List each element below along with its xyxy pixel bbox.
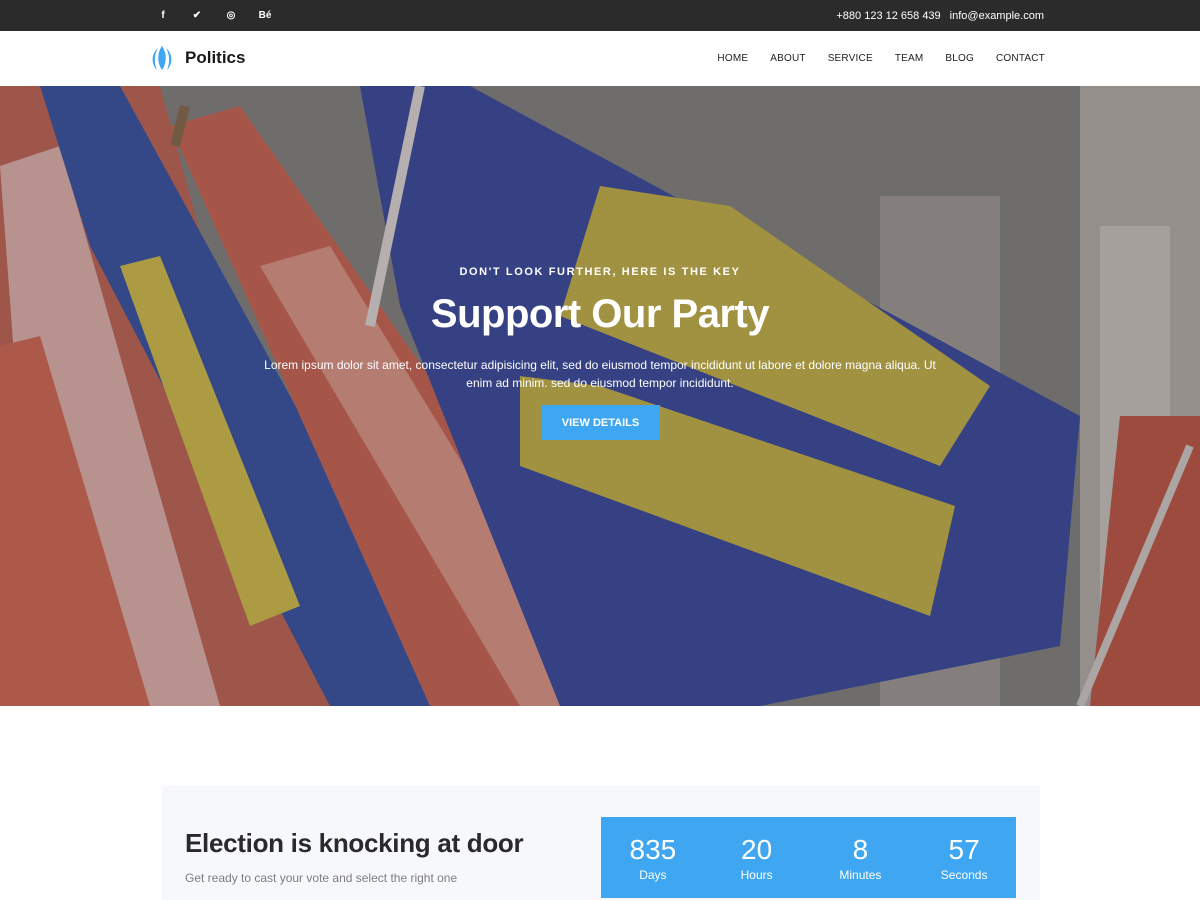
nav-about[interactable]: ABOUT xyxy=(770,53,805,64)
view-details-button[interactable]: VIEW DETAILS xyxy=(541,405,660,440)
nav-home[interactable]: HOME xyxy=(717,53,748,64)
countdown-minutes: 8 Minutes xyxy=(809,817,913,898)
countdown-value: 57 xyxy=(948,833,980,865)
countdown-label: Minutes xyxy=(839,867,882,882)
logo[interactable]: Politics xyxy=(149,45,245,71)
dribbble-icon[interactable]: ◎ xyxy=(214,0,248,31)
hero-section: DON'T LOOK FURTHER, HERE IS THE KEY Supp… xyxy=(0,86,1200,706)
email-address[interactable]: info@example.com xyxy=(950,10,1044,22)
nav-service[interactable]: SERVICE xyxy=(828,53,873,64)
behance-icon[interactable]: Bé xyxy=(248,0,282,31)
facebook-icon[interactable]: f xyxy=(146,0,180,31)
countdown-seconds: 57 Seconds xyxy=(912,817,1016,898)
countdown-value: 835 xyxy=(629,833,677,865)
countdown-value: 8 xyxy=(852,833,869,865)
site-header: Politics HOME ABOUT SERVICE TEAM BLOG CO… xyxy=(0,31,1200,86)
phone-number[interactable]: +880 123 12 658 439 xyxy=(836,10,940,22)
logo-icon xyxy=(152,46,172,70)
social-links: f ✔ ◎ Bé xyxy=(146,0,282,31)
countdown-hours: 20 Hours xyxy=(705,817,809,898)
hero-subtitle: DON'T LOOK FURTHER, HERE IS THE KEY xyxy=(459,266,741,278)
election-title: Election is knocking at door xyxy=(185,828,524,858)
nav-blog[interactable]: BLOG xyxy=(945,53,974,64)
hero-overlay xyxy=(0,86,1200,706)
hero-title: Support Our Party xyxy=(430,292,770,336)
hero-description: Lorem ipsum dolor sit amet, consectetur … xyxy=(264,358,936,390)
election-subtitle: Get ready to cast your vote and select t… xyxy=(185,871,458,885)
countdown-timer: 835 Days 20 Hours 8 Minutes 57 Seconds xyxy=(601,817,1016,898)
brand-name: Politics xyxy=(185,48,246,67)
main-nav: HOME ABOUT SERVICE TEAM BLOG CONTACT xyxy=(717,31,1045,86)
top-bar: f ✔ ◎ Bé +880 123 12 658 439 info@exampl… xyxy=(0,0,1200,31)
twitter-icon[interactable]: ✔ xyxy=(180,0,214,31)
countdown-value: 20 xyxy=(741,833,773,865)
countdown-label: Hours xyxy=(740,867,773,882)
countdown-label: Seconds xyxy=(940,867,988,882)
election-section: Election is knocking at door Get ready t… xyxy=(162,786,1040,900)
nav-team[interactable]: TEAM xyxy=(895,53,924,64)
nav-contact[interactable]: CONTACT xyxy=(996,53,1045,64)
contact-info: +880 123 12 658 439 info@example.com xyxy=(836,0,1044,31)
countdown-days: 835 Days xyxy=(601,817,705,898)
countdown-label: Days xyxy=(639,867,667,882)
